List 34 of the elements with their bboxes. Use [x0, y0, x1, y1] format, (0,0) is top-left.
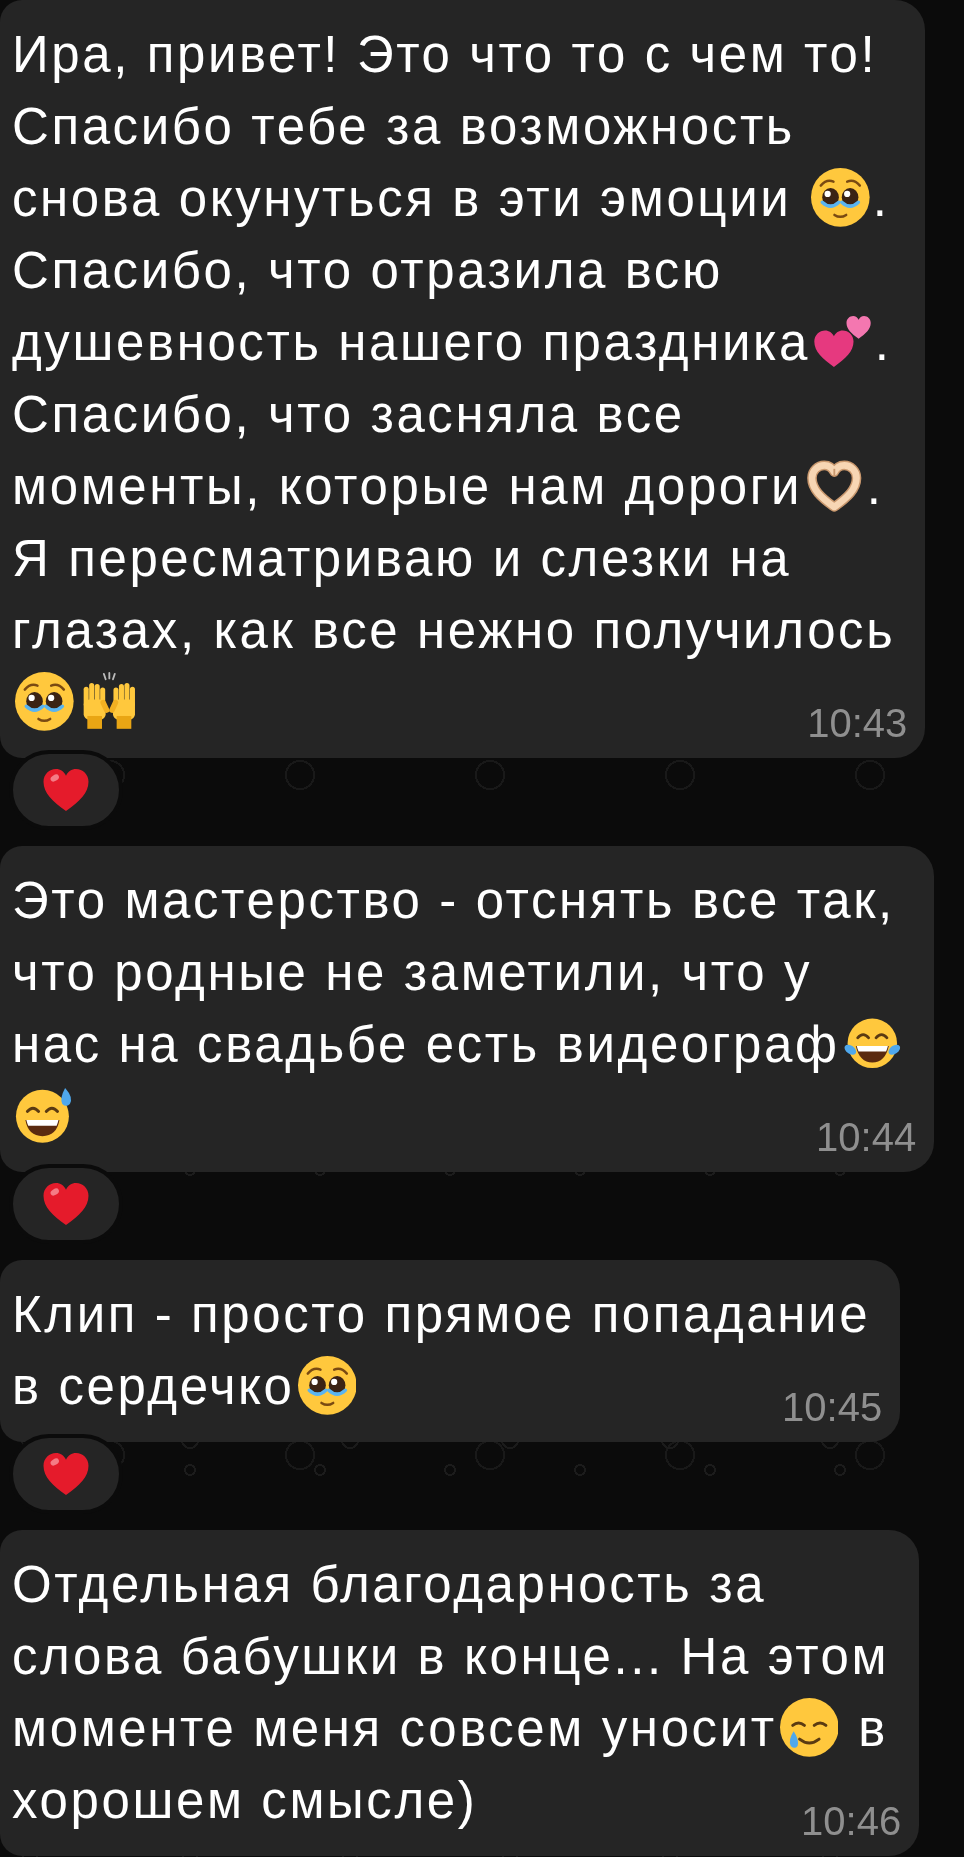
message-text: в сердечко — [12, 1358, 295, 1415]
message-text: . — [872, 170, 890, 227]
message-time: 10:46 — [801, 1801, 902, 1841]
message-text: слова бабушки в конце... На этом — [12, 1628, 890, 1685]
message-text: Ира, привет! Это что то с чем то! — [12, 26, 878, 83]
message-text: Спасибо, что отразила всю — [12, 242, 723, 299]
message-text: нас на свадьбе есть видеограф — [12, 1016, 840, 1073]
message-time: 10:44 — [816, 1117, 917, 1157]
heart-icon — [43, 1183, 89, 1225]
message-text: что родные не заметили, что у — [12, 944, 812, 1001]
message-text: в — [857, 1700, 888, 1757]
message-text: моменты, которые нам дороги — [12, 458, 803, 515]
message-text: душевность нашего праздника — [12, 314, 811, 371]
message-time: 10:43 — [807, 703, 908, 743]
teary-eyed-face-icon — [15, 672, 74, 731]
smiling-tear-face-icon — [779, 1698, 839, 1757]
message-text: Отдельная благодарность за — [12, 1556, 767, 1613]
message-text: Я пересматриваю и слезки на — [12, 530, 792, 587]
message-text: снова окунуться в эти эмоции — [12, 170, 793, 227]
message-text: Спасибо, что засняла все — [12, 386, 685, 443]
message-text: Это мастерство - отснять все так, — [12, 872, 895, 929]
teary-eyed-face-icon — [297, 1356, 357, 1415]
message-text: Клип - просто прямое попадание — [12, 1286, 871, 1343]
message-text: глазах, как все нежно получилось — [12, 602, 896, 659]
message-text: моменте меня совсем уносит — [12, 1700, 777, 1757]
message-text: . — [866, 458, 884, 515]
message-text: . — [874, 314, 892, 371]
message-text: Спасибо тебе за возможность — [12, 98, 796, 155]
message-text: хорошем смысле) — [12, 1772, 478, 1829]
heart-icon — [43, 1453, 89, 1495]
message-time: 10:45 — [782, 1387, 883, 1427]
sweat-smile-face-icon — [15, 1086, 74, 1145]
heart-icon — [43, 769, 89, 811]
teary-eyed-face-icon — [811, 168, 870, 227]
